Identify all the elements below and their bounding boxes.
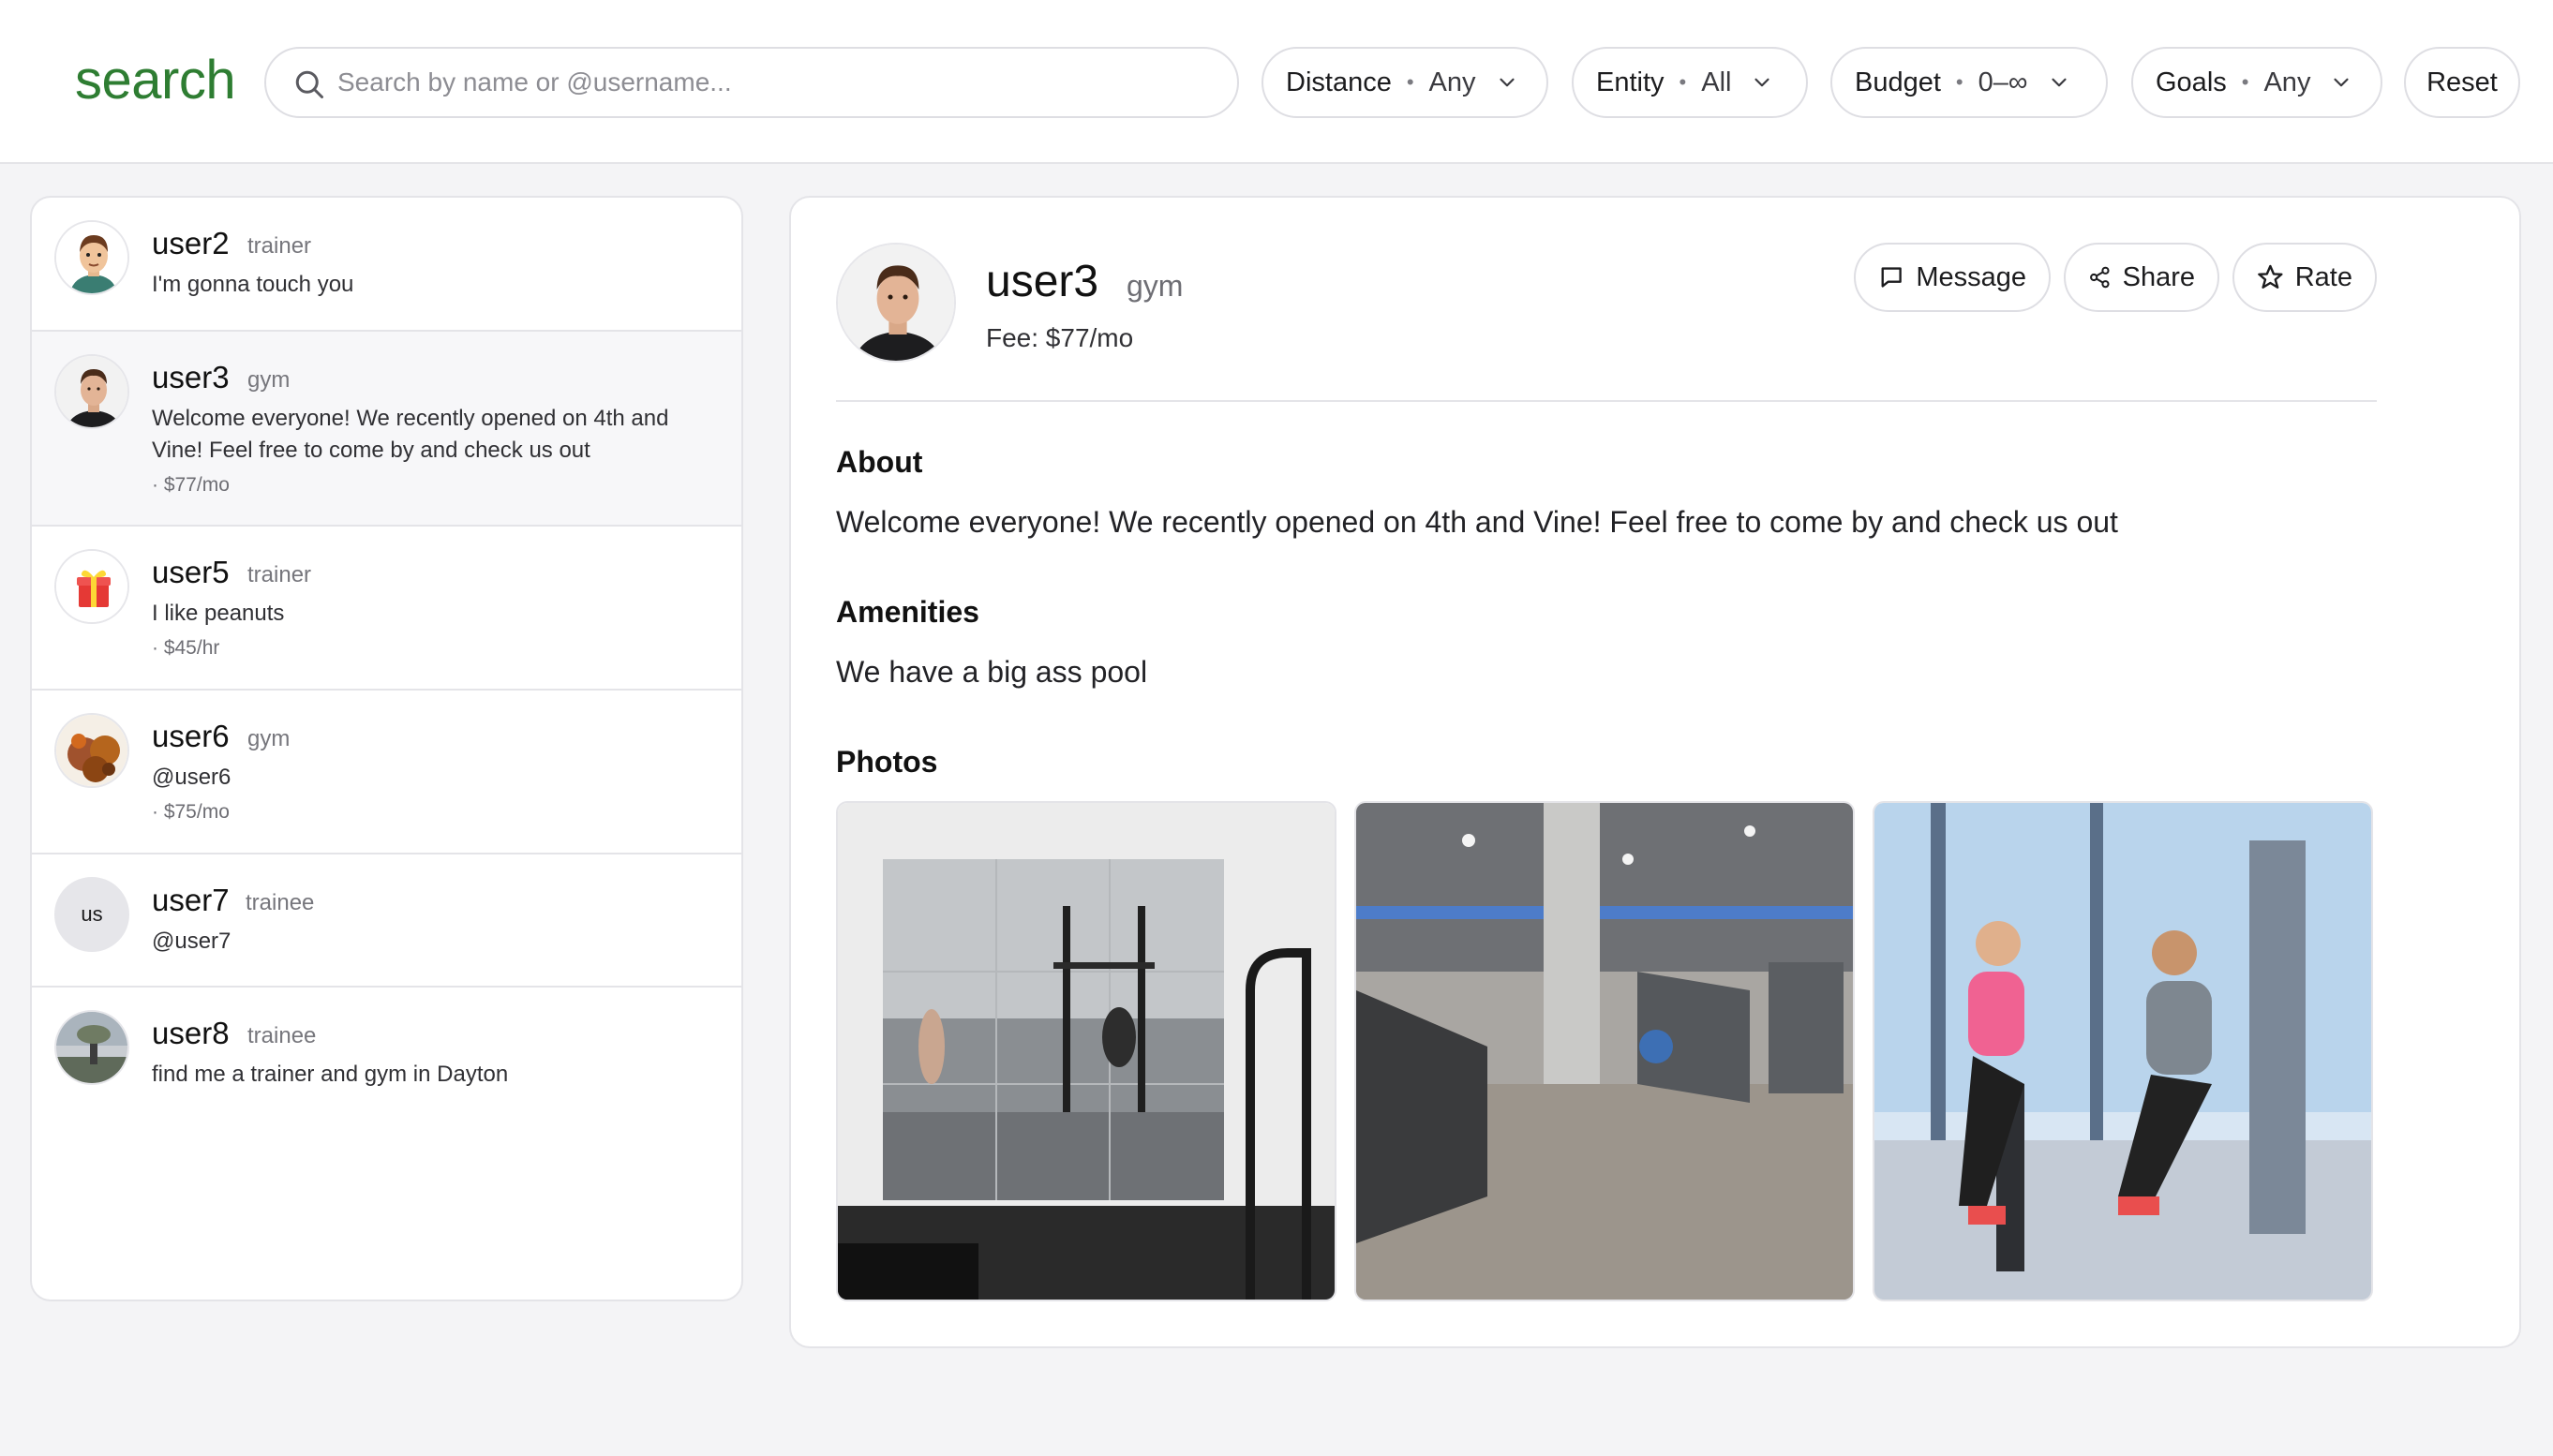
star-icon [2258,264,2283,289]
separator-dot: • [2241,70,2249,94]
user-price: · $77/mo [152,474,230,496]
user-name: user6 [152,719,230,753]
amenities-heading: Amenities [836,595,979,629]
profile-fee: Fee: $77/mo [986,323,1134,352]
gym-photo[interactable] [1354,801,1855,1301]
separator-dot: • [1679,70,1687,94]
filter-value: Any [2263,67,2311,97]
user-bio: find me a trainer and gym in Dayton [152,1062,509,1087]
search-bar[interactable] [264,47,1239,118]
message-label: Message [1916,261,2026,292]
divider [836,400,2377,402]
avatar [54,1010,129,1085]
share-icon [2090,266,2110,289]
avatar [54,220,129,295]
photos-heading: Photos [836,745,938,779]
list-item[interactable]: user2 trainer I'm gonna touch you [32,198,741,332]
search-input[interactable] [337,58,1209,107]
filter-label: Budget [1855,67,1941,97]
share-button[interactable]: Share [2064,243,2219,312]
goals-filter[interactable]: Goals • Any [2131,47,2382,118]
user-price: · $75/mo [152,801,230,823]
about-text: Welcome everyone! We recently opened on … [836,505,2118,539]
user-bio: I'm gonna touch you [152,272,354,297]
chevron-down-icon [1754,78,1770,87]
profile-name: user3 [986,257,1099,306]
profile-detail: user3 gym Fee: $77/mo Message Share Rate… [789,196,2521,1348]
user-handle: @user6 [152,765,231,790]
gift-icon [56,551,127,622]
user-name: user2 [152,226,230,260]
user-name: user8 [152,1016,230,1050]
user-role: trainee [246,890,315,915]
separator-dot: • [1955,70,1963,94]
user-role: gym [247,726,291,751]
amenities-text: We have a big ass pool [836,655,1148,689]
distance-filter[interactable]: Distance • Any [1262,47,1548,118]
app-logo[interactable]: search [75,49,236,111]
share-label: Share [2122,261,2195,292]
gym-photo[interactable] [1873,801,2373,1301]
user-price: · $45/hr [152,637,220,659]
gym-photo[interactable] [836,801,1336,1301]
profile-avatar [836,243,956,363]
separator-dot: • [1406,70,1414,94]
filter-value: Any [1428,67,1476,97]
avatar [54,713,129,788]
user-role: trainer [247,233,312,259]
chevron-down-icon [2051,78,2067,87]
rate-button[interactable]: Rate [2232,243,2377,312]
chevron-down-icon [2334,78,2350,87]
list-item[interactable]: user5 trainer I like peanuts · $45/hr [32,527,741,691]
filter-value: All [1701,67,1732,97]
avatar [54,549,129,624]
reset-button[interactable]: Reset [2404,47,2520,118]
list-item[interactable]: us user7 trainee @user7 [32,854,741,988]
about-heading: About [836,445,923,479]
user-name: user3 [152,360,230,394]
avatar: us [54,877,129,952]
rate-label: Rate [2294,261,2352,292]
avatar [54,354,129,429]
list-item[interactable]: user8 trainee find me a trainer and gym … [32,988,741,1119]
filter-value: 0–∞ [1978,67,2028,97]
chevron-down-icon [1499,78,1515,87]
user-role: trainee [247,1023,317,1048]
user-bio: Welcome everyone! We recently opened on … [152,406,669,463]
user-handle: @user7 [152,929,231,954]
results-list: user2 trainer I'm gonna touch you user3 … [30,196,743,1301]
profile-role: gym [1127,269,1184,303]
user-name: user5 [152,555,230,589]
message-icon [1881,267,1902,288]
user-role: gym [247,367,291,393]
top-bar: search Distance • Any Entity • All Budge… [0,0,2553,164]
message-button[interactable]: Message [1854,243,2051,312]
filter-label: Goals [2156,67,2227,97]
user-role: trainer [247,562,312,587]
user-name: user7 [152,883,230,917]
search-icon [295,70,323,98]
filter-label: Entity [1596,67,1665,97]
entity-filter[interactable]: Entity • All [1572,47,1808,118]
user-bio: I like peanuts [152,601,285,626]
list-item[interactable]: user6 gym @user6 · $75/mo [32,691,741,854]
budget-filter[interactable]: Budget • 0–∞ [1830,47,2108,118]
filter-label: Distance [1286,67,1392,97]
list-item-selected[interactable]: user3 gym Welcome everyone! We recently … [32,332,741,527]
